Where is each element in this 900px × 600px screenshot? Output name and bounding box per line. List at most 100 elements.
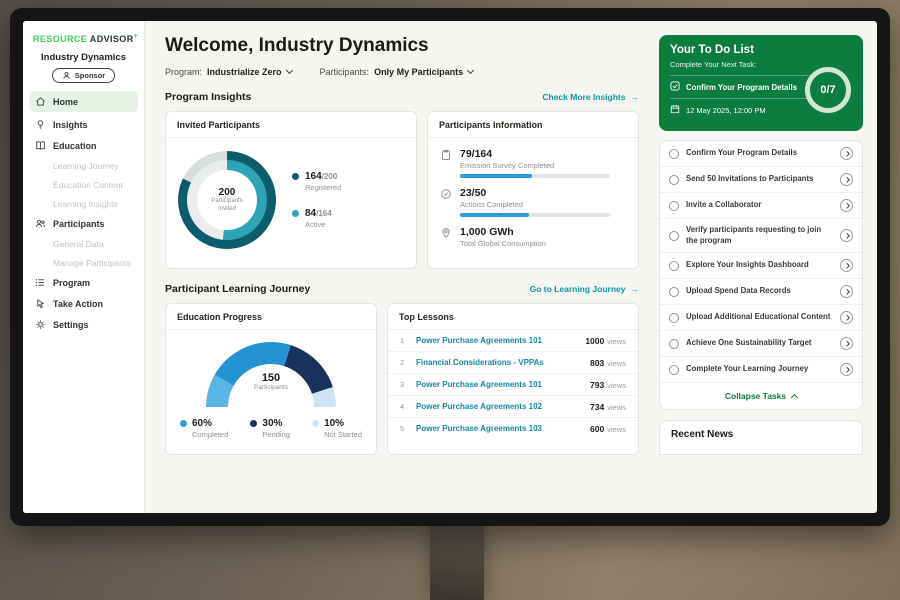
sidebar-item-label: Education: [53, 141, 97, 151]
book-icon: [35, 140, 46, 151]
chevron-right-icon[interactable]: [840, 199, 853, 212]
stat-value: 23/50: [460, 187, 610, 199]
clipboard-icon: [440, 148, 452, 178]
chevron-right-icon[interactable]: [840, 311, 853, 324]
task-item-confirm-program[interactable]: Confirm Your Program Details: [660, 141, 862, 167]
lesson-rank: 3: [400, 380, 408, 389]
checkbox-icon[interactable]: [669, 313, 679, 323]
lesson-rank: 2: [400, 358, 408, 367]
filter-bar: Program: Industrialize Zero Participants…: [165, 67, 639, 77]
target-icon: [440, 187, 452, 217]
task-item-verify-participants[interactable]: Verify participants requesting to join t…: [660, 219, 862, 253]
sidebar-item-manage-participants[interactable]: Manage Participants: [23, 253, 144, 272]
filter-value: Industrialize Zero: [207, 67, 282, 77]
sidebar-item-education[interactable]: Education: [23, 135, 144, 156]
section-title: Program Insights: [165, 91, 251, 103]
card-title: Invited Participants: [166, 112, 416, 138]
stat-value: 1,000 GWh: [460, 226, 546, 238]
lesson-link[interactable]: Power Purchase Agreements 103: [416, 424, 582, 433]
lesson-rank: 1: [400, 336, 408, 345]
lesson-row: 5 Power Purchase Agreements 103 600views: [388, 418, 638, 439]
check-more-insights-link[interactable]: Check More Insights →: [542, 92, 639, 102]
lesson-views: 793views: [590, 380, 626, 390]
task-item-send-invitations[interactable]: Send 50 Invitations to Participants: [660, 167, 862, 193]
legend-dot: [312, 420, 319, 427]
legend-dot: [292, 210, 299, 217]
checkbox-icon[interactable]: [669, 261, 679, 271]
pin-icon: [440, 226, 452, 248]
sidebar-item-home[interactable]: Home: [29, 91, 138, 112]
filter-label: Participants:: [320, 67, 370, 77]
link-label: Go to Learning Journey: [530, 284, 626, 294]
checkbox-icon[interactable]: [669, 339, 679, 349]
sponsor-label: Sponsor: [75, 71, 105, 80]
gear-icon: [35, 319, 46, 330]
gauge-center-label: Participants: [206, 384, 336, 391]
card-title: Participants Information: [428, 112, 638, 138]
checkbox-icon[interactable]: [669, 287, 679, 297]
task-item-explore-insights[interactable]: Explore Your Insights Dashboard: [660, 253, 862, 279]
chevron-right-icon[interactable]: [840, 229, 853, 242]
collapse-tasks-link[interactable]: Collapse Tasks: [660, 383, 862, 409]
participants-filter-dropdown[interactable]: Participants: Only My Participants: [320, 67, 474, 77]
legend-dot: [180, 420, 187, 427]
logo-plus: +: [134, 33, 139, 40]
donut-center-value: 200: [219, 187, 236, 198]
dashboard-screen: RESOURCE ADVISOR+ Industry Dynamics Spon…: [23, 21, 877, 513]
bulb-icon: [35, 119, 46, 130]
lesson-link[interactable]: Financial Considerations - VPPAs: [416, 358, 582, 367]
chevron-right-icon[interactable]: [840, 147, 853, 160]
lesson-row: 2 Financial Considerations - VPPAs 803vi…: [388, 352, 638, 374]
checkbox-icon[interactable]: [669, 175, 679, 185]
sponsor-badge[interactable]: Sponsor: [52, 68, 115, 83]
sidebar-item-settings[interactable]: Settings: [23, 314, 144, 335]
lesson-link[interactable]: Power Purchase Agreements 102: [416, 402, 582, 411]
chevron-right-icon[interactable]: [840, 285, 853, 298]
task-label: Verify participants requesting to join t…: [686, 225, 833, 246]
global-consumption-stat: 1,000 GWh Total Global Consumption: [440, 226, 626, 248]
chevron-right-icon[interactable]: [840, 363, 853, 376]
invited-participants-card: Invited Participants 200 Participants In…: [165, 111, 417, 269]
task-item-complete-learning-journey[interactable]: Complete Your Learning Journey: [660, 357, 862, 383]
sidebar-item-participants[interactable]: Participants: [23, 213, 144, 234]
go-to-learning-journey-link[interactable]: Go to Learning Journey →: [530, 284, 639, 294]
task-item-upload-spend-data[interactable]: Upload Spend Data Records: [660, 279, 862, 305]
task-list-card: Confirm Your Program Details Send 50 Inv…: [659, 140, 863, 410]
task-label: Invite a Collaborator: [686, 200, 833, 211]
participants-information-card: Participants Information 79/164 Emission…: [427, 111, 639, 269]
chevron-down-icon: [285, 67, 292, 74]
sidebar-item-learning-journey[interactable]: Learning Journey: [23, 156, 144, 175]
filter-value: Only My Participants: [374, 67, 463, 77]
sidebar-item-program[interactable]: Program: [23, 272, 144, 293]
sidebar-item-insights[interactable]: Insights: [23, 114, 144, 135]
sidebar-item-general-data[interactable]: General Data: [23, 234, 144, 253]
task-item-invite-collaborator[interactable]: Invite a Collaborator: [660, 193, 862, 219]
checkbox-icon[interactable]: [669, 201, 679, 211]
gauge-center-value: 150: [206, 372, 336, 384]
checkbox-icon[interactable]: [669, 149, 679, 159]
chevron-right-icon[interactable]: [840, 337, 853, 350]
stat-label: Actions Completed: [460, 200, 610, 209]
lesson-link[interactable]: Power Purchase Agreements 101: [416, 336, 577, 345]
todo-next-task-label: Confirm Your Program Details: [686, 83, 797, 92]
checkbox-icon[interactable]: [669, 365, 679, 375]
task-item-achieve-target[interactable]: Achieve One Sustainability Target: [660, 331, 862, 357]
todo-due-label: 12 May 2025, 12:00 PM: [686, 106, 766, 115]
program-insights-header: Program Insights Check More Insights →: [165, 91, 639, 103]
lesson-link[interactable]: Power Purchase Agreements 101: [416, 380, 582, 389]
checkbox-icon[interactable]: [669, 231, 679, 241]
monitor-frame: RESOURCE ADVISOR+ Industry Dynamics Spon…: [10, 8, 890, 526]
chevron-right-icon[interactable]: [840, 259, 853, 272]
sidebar-item-label: Settings: [53, 320, 89, 330]
link-label: Check More Insights: [542, 92, 625, 102]
sidebar-item-education-content[interactable]: Education Content: [23, 175, 144, 194]
chevron-right-icon[interactable]: [840, 173, 853, 186]
program-filter-dropdown[interactable]: Program: Industrialize Zero: [165, 67, 292, 77]
donut-center-label: Participants Invited: [206, 198, 248, 214]
task-item-upload-educational-content[interactable]: Upload Additional Educational Content: [660, 305, 862, 331]
todo-next-task[interactable]: Confirm Your Program Details: [670, 75, 812, 98]
filter-label: Program:: [165, 67, 202, 77]
sidebar-item-take-action[interactable]: Take Action: [23, 293, 144, 314]
gauge-center: 150 Participants: [206, 372, 336, 391]
sidebar-item-learning-insights[interactable]: Learning Insights: [23, 194, 144, 213]
